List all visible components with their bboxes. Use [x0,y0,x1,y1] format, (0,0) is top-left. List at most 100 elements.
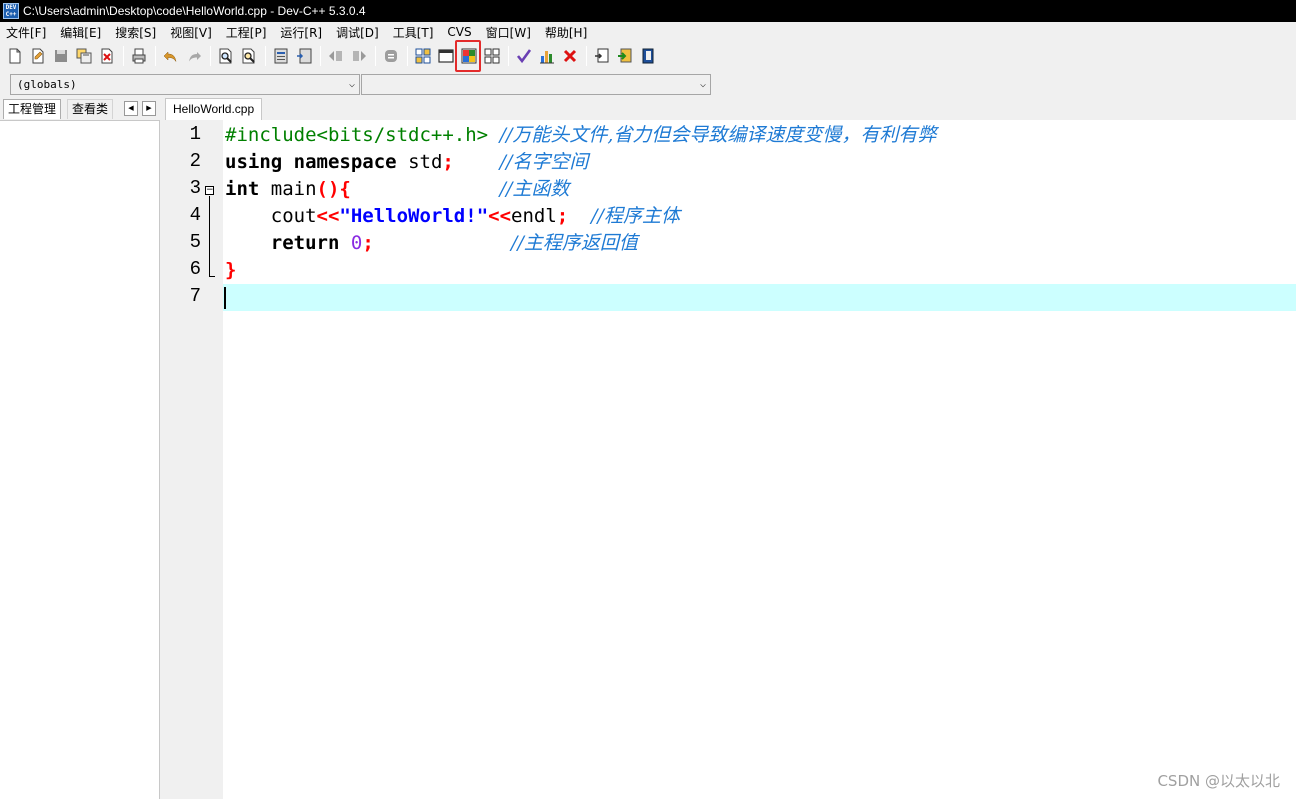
line-number: 6 [189,258,201,280]
replace-icon [242,48,255,64]
code-comment: //程序主体 [591,205,680,227]
open-file-icon [32,48,44,64]
keyword: using [225,151,283,173]
toolbar-separator [155,46,156,66]
redo-icon [189,52,201,62]
redo-button[interactable] [183,45,205,67]
code-line-3: int main(){ //主函数 [225,176,569,203]
check-icon [516,49,532,64]
indent-right-button[interactable] [348,45,370,67]
menu-file[interactable]: 文件[F] [6,24,46,41]
rebuild-button[interactable] [559,45,581,67]
debug-button[interactable] [591,45,613,67]
goto-line-icon [274,48,288,64]
toolbar [0,40,700,72]
undo-icon [163,51,177,62]
project-view-button[interactable] [412,45,434,67]
run-button[interactable] [536,45,558,67]
code-comment: //主函数 [499,178,570,200]
close-file-button[interactable] [96,45,118,67]
line-number: 4 [189,204,201,226]
fold-collapse-icon[interactable]: − [205,186,214,195]
replace-button[interactable] [238,45,260,67]
tiled-windows-button[interactable] [481,45,503,67]
save-all-button[interactable] [73,45,95,67]
chevron-down-icon: ⌵ [348,79,355,90]
cross-icon [563,49,577,63]
file-tab-helloworld[interactable]: HelloWorld.cpp [165,98,263,120]
indent-left-button[interactable] [325,45,347,67]
operator: << [316,205,340,227]
tab-scroll-left-icon[interactable]: ◀ [124,101,138,116]
toolbar-separator [320,46,321,66]
save-icon [55,50,67,62]
toolbar-separator [375,46,376,66]
line-number: 3 [189,177,201,199]
menu-edit[interactable]: 编辑[E] [60,24,101,41]
menu-run[interactable]: 运行[R] [280,24,322,41]
line-number-gutter: 1 2 3 4 5 6 7 − [167,120,223,799]
tab-class-browser[interactable]: 查看类 [67,99,114,119]
code-editor[interactable]: 1 2 3 4 5 6 7 − #include<bits/stdc++.h> … [167,120,1296,799]
window-button[interactable] [435,45,457,67]
project-tree[interactable] [0,120,160,799]
identifier: endl [511,205,557,227]
identifier: main [270,178,317,200]
menu-window[interactable]: 窗口[W] [486,24,531,41]
member-select[interactable]: ⌵ [361,74,711,95]
indent-left-icon [329,51,342,61]
toolbar-separator [265,46,266,66]
preprocessor-directive: #include<bits/stdc++.h> [225,124,489,146]
toolbar-separator [407,46,408,66]
devcpp-app-icon: DEV C++ [3,3,19,19]
code-line-5: return 0; //主程序返回值 [225,230,638,257]
find-button[interactable] [215,45,237,67]
menu-cvs[interactable]: CVS [447,25,471,39]
code-comment: //主程序返回值 [511,232,638,254]
keyword: namespace [293,151,397,173]
code-comment: //万能头文件,省力但会导致编译速度变慢，有利有弊 [499,124,937,146]
toggle-comment-button[interactable] [380,45,402,67]
tab-project-manager[interactable]: 工程管理 [3,99,62,119]
compile-button[interactable] [513,45,535,67]
goto-function-icon [297,48,312,64]
add-watch-button[interactable] [614,45,636,67]
stop-button[interactable] [637,45,659,67]
code-line-4: cout<<"HelloWorld!"<<endl; //程序主体 [225,203,680,230]
line-number: 1 [189,123,201,145]
menu-view[interactable]: 视图[V] [170,24,212,41]
menu-search[interactable]: 搜索[S] [115,24,156,41]
semicolon: ; [442,151,454,173]
menu-tools[interactable]: 工具[T] [393,24,434,41]
open-file-button[interactable] [27,45,49,67]
new-file-button[interactable] [4,45,26,67]
new-file-icon [9,48,21,64]
window-icon [438,49,454,63]
closing-brace: } [225,259,237,281]
undo-button[interactable] [160,45,182,67]
editor-tab-bar: HelloWorld.cpp [161,97,1296,120]
title-bar: DEV C++ C:\Users\admin\Desktop\code\Hell… [0,0,1296,22]
print-button[interactable] [128,45,150,67]
toolbar-separator [508,46,509,66]
goto-line-button[interactable] [270,45,292,67]
code-line-1: #include<bits/stdc++.h> //万能头文件,省力但会导致编译… [225,122,936,149]
line-number: 2 [189,150,201,172]
grid-icon [484,48,500,64]
keyword: int [225,178,260,200]
goto-function-button[interactable] [293,45,315,67]
identifier: cout [270,205,317,227]
menu-help[interactable]: 帮助[H] [545,24,587,41]
toggle-fullscreen-button[interactable] [455,40,481,72]
text-caret [224,287,226,309]
menu-debug[interactable]: 调试[D] [336,24,379,41]
tab-scroll-right-icon[interactable]: ▶ [142,101,156,116]
code-line-2: using namespace std; //名字空间 [225,149,588,176]
active-line-highlight [223,284,1296,311]
string-literal: "HelloWorld!" [339,205,489,227]
code-comment: //名字空间 [499,151,589,173]
save-button[interactable] [50,45,72,67]
operator: << [488,205,512,227]
menu-project[interactable]: 工程[P] [226,24,267,41]
scope-select[interactable]: (globals) ⌵ [10,74,360,95]
